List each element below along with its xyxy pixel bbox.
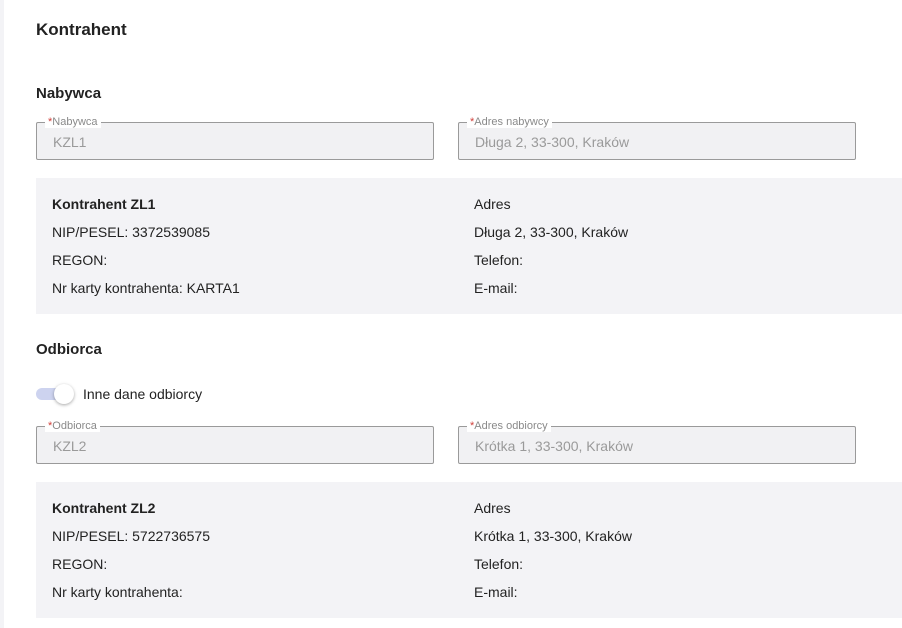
buyer-address-field-label: *Adres nabywcy	[467, 116, 552, 128]
buyer-section-title: Nabywca	[36, 85, 102, 102]
buyer-address-field[interactable]: *Adres nabywcy Długa 2, 33-300, Kraków	[458, 116, 856, 160]
recipient-phone: Telefon:	[474, 556, 524, 572]
toggle-knob	[54, 384, 74, 404]
page-title: Kontrahent	[36, 20, 127, 39]
recipient-field-value: KZL2	[53, 438, 87, 454]
buyer-phone: Telefon:	[474, 252, 524, 268]
other-recipient-toggle-label: Inne dane odbiorcy	[83, 386, 203, 402]
other-recipient-toggle[interactable]	[36, 384, 76, 404]
recipient-info-card: Kontrahent ZL2 NIP/PESEL: 5722736575 REG…	[36, 482, 902, 618]
recipient-nip: NIP/PESEL: 5722736575	[52, 528, 211, 544]
buyer-field-value: KZL1	[53, 134, 87, 150]
buyer-info-card: Kontrahent ZL1 NIP/PESEL: 3372539085 REG…	[36, 178, 902, 314]
buyer-regon: REGON:	[52, 252, 108, 268]
buyer-field-label: *Nabywca	[45, 116, 101, 128]
buyer-nip: NIP/PESEL: 3372539085	[52, 224, 211, 240]
recipient-address-field[interactable]: *Adres odbiorcy Krótka 1, 33-300, Kraków	[458, 420, 856, 464]
recipient-email: E-mail:	[474, 584, 518, 600]
recipient-card-number: Nr karty kontrahenta:	[52, 584, 183, 600]
recipient-field-label: *Odbiorca	[45, 420, 100, 432]
recipient-address: Krótka 1, 33-300, Kraków	[474, 528, 632, 544]
buyer-address-header: Adres	[474, 196, 511, 212]
buyer-address-field-value: Długa 2, 33-300, Kraków	[475, 134, 630, 150]
recipient-name: Kontrahent ZL2	[52, 500, 156, 516]
recipient-address-header: Adres	[474, 500, 511, 516]
recipient-section-title: Odbiorca	[36, 341, 102, 358]
buyer-name: Kontrahent ZL1	[52, 196, 156, 212]
buyer-card-number: Nr karty kontrahenta: KARTA1	[52, 280, 240, 296]
recipient-regon: REGON:	[52, 556, 108, 572]
buyer-email: E-mail:	[474, 280, 518, 296]
buyer-field[interactable]: *Nabywca KZL1	[36, 116, 434, 160]
recipient-address-field-label: *Adres odbiorcy	[467, 420, 551, 432]
recipient-field[interactable]: *Odbiorca KZL2	[36, 420, 434, 464]
buyer-address: Długa 2, 33-300, Kraków	[474, 224, 629, 240]
recipient-address-field-value: Krótka 1, 33-300, Kraków	[475, 438, 633, 454]
